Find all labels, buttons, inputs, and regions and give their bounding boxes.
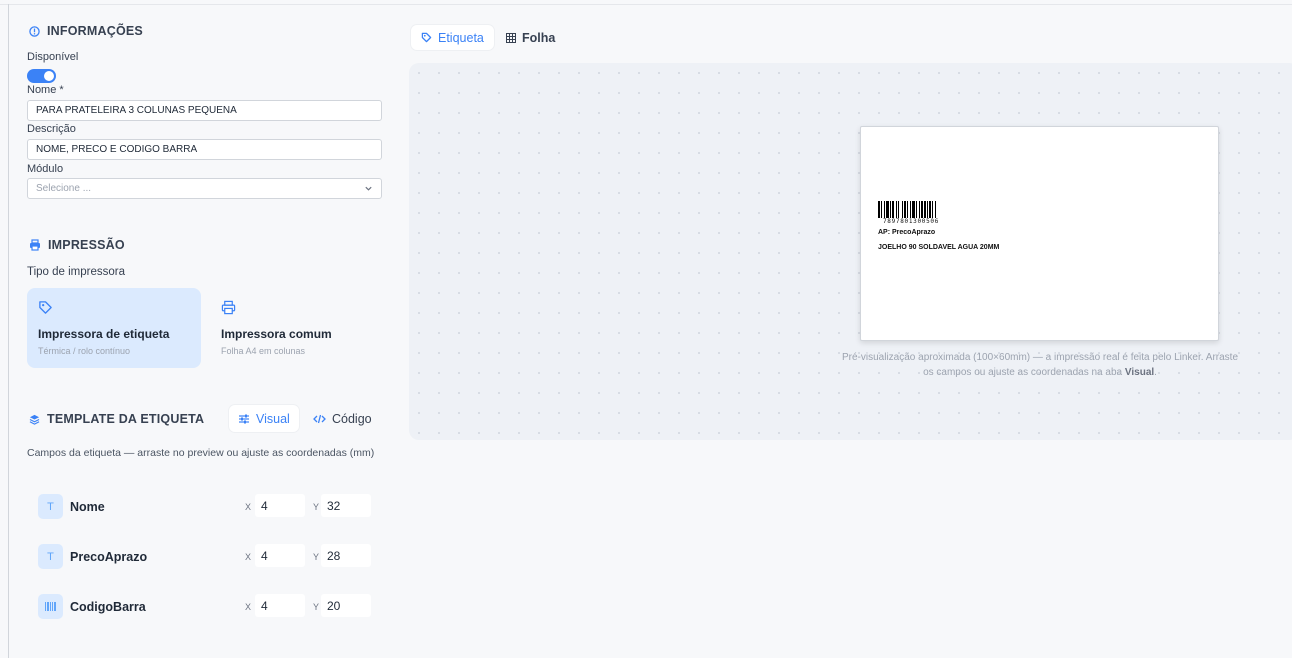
template-title: TEMPLATE DA ETIQUETA: [47, 412, 205, 426]
info-icon: [29, 25, 40, 37]
tab-etiqueta-label: Etiqueta: [438, 30, 484, 45]
barcode-number: 7897801300506: [883, 218, 940, 225]
barcode-icon: [38, 594, 63, 619]
available-label: Disponível: [27, 51, 79, 63]
label-printer-title: Impressora de etiqueta: [38, 327, 170, 341]
printing-section-title: IMPRESSÃO: [29, 238, 125, 252]
description-label: Descrição: [27, 123, 76, 135]
description-input[interactable]: NOME, PRECO E CODIGO BARRA: [27, 139, 382, 160]
tab-folha-label: Folha: [522, 30, 556, 45]
x-label: X: [245, 502, 252, 512]
sliders-icon: [238, 413, 250, 425]
x-input[interactable]: 4: [255, 544, 305, 567]
tab-visual[interactable]: Visual: [229, 405, 299, 432]
field-name: Nome: [70, 500, 105, 514]
template-section-title: TEMPLATE DA ETIQUETA: [29, 412, 204, 426]
caption-bold: Visual: [1124, 367, 1155, 378]
tab-code-label: Código: [332, 411, 372, 426]
field-row-nome[interactable]: T Nome X 4 Y 32: [38, 494, 378, 520]
toggle-knob: [44, 71, 54, 81]
common-printer-subtitle: Folha A4 em colunas: [221, 346, 306, 356]
top-divider: [0, 4, 1292, 5]
label-printer-option[interactable]: Impressora de etiqueta Térmica / rolo co…: [27, 288, 201, 368]
y-label: Y: [313, 502, 320, 512]
left-divider: [8, 4, 9, 658]
tab-code[interactable]: Código: [313, 405, 372, 432]
module-select[interactable]: Selecione ...: [27, 178, 382, 199]
text-icon: T: [38, 494, 63, 519]
available-toggle[interactable]: [27, 69, 56, 83]
tab-folha[interactable]: Folha: [506, 25, 555, 50]
text-icon: T: [38, 544, 63, 569]
x-label: X: [245, 602, 252, 612]
info-section-title: INFORMAÇÕES: [29, 24, 143, 38]
label-price-field[interactable]: AP: PrecoAprazo: [878, 229, 935, 236]
name-input-value: PARA PRATELEIRA 3 COLUNAS PEQUENA: [36, 105, 237, 116]
printer-type-label: Tipo de impressora: [27, 266, 126, 278]
tab-etiqueta[interactable]: Etiqueta: [411, 25, 494, 50]
layers-icon: [29, 414, 40, 425]
fields-description: Campos da etiqueta — arraste no preview …: [27, 447, 375, 459]
y-input[interactable]: 20: [321, 594, 371, 617]
barcode-bar: [936, 201, 937, 218]
name-input[interactable]: PARA PRATELEIRA 3 COLUNAS PEQUENA: [27, 100, 382, 121]
y-input[interactable]: 28: [321, 544, 371, 567]
field-row-precoaprazo[interactable]: T PrecoAprazo X 4 Y 28: [38, 544, 378, 570]
y-label: Y: [313, 602, 320, 612]
common-printer-title: Impressora comum: [221, 327, 332, 341]
field-row-codigobarra[interactable]: CodigoBarra X 4 Y 20: [38, 594, 378, 620]
printer-icon: [221, 300, 373, 318]
printing-title: IMPRESSÃO: [48, 238, 125, 252]
tag-icon: [38, 300, 190, 318]
x-label: X: [245, 552, 252, 562]
label-name-field[interactable]: JOELHO 90 SOLDAVEL AGUA 20MM: [878, 244, 999, 251]
label-printer-subtitle: Térmica / rolo contínuo: [38, 346, 131, 356]
common-printer-option[interactable]: Impressora comum Folha A4 em colunas: [210, 288, 384, 368]
x-input[interactable]: 4: [255, 494, 305, 517]
module-placeholder: Selecione ...: [36, 183, 92, 194]
y-input[interactable]: 32: [321, 494, 371, 517]
field-name: PrecoAprazo: [70, 550, 148, 564]
caption-text: Pré-visualização aproximada (100×60mm) —…: [841, 352, 1239, 378]
chevron-down-icon: [364, 184, 373, 193]
preview-caption: Pré-visualização aproximada (100×60mm) —…: [836, 350, 1244, 380]
grid-icon: [506, 32, 516, 43]
code-icon: [313, 413, 326, 425]
tab-visual-label: Visual: [256, 411, 290, 426]
name-label: Nome *: [27, 84, 64, 96]
tag-icon: [421, 32, 432, 43]
printer-icon: [29, 239, 41, 251]
caption-end: .: [1154, 367, 1157, 378]
barcode-graphic[interactable]: [878, 201, 950, 218]
label-preview: 7897801300506 AP: PrecoAprazo JOELHO 90 …: [860, 126, 1219, 341]
info-title: INFORMAÇÕES: [47, 24, 143, 38]
x-input[interactable]: 4: [255, 594, 305, 617]
field-name: CodigoBarra: [70, 600, 146, 614]
description-input-value: NOME, PRECO E CODIGO BARRA: [36, 144, 198, 155]
y-label: Y: [313, 552, 320, 562]
module-label: Módulo: [27, 163, 64, 175]
